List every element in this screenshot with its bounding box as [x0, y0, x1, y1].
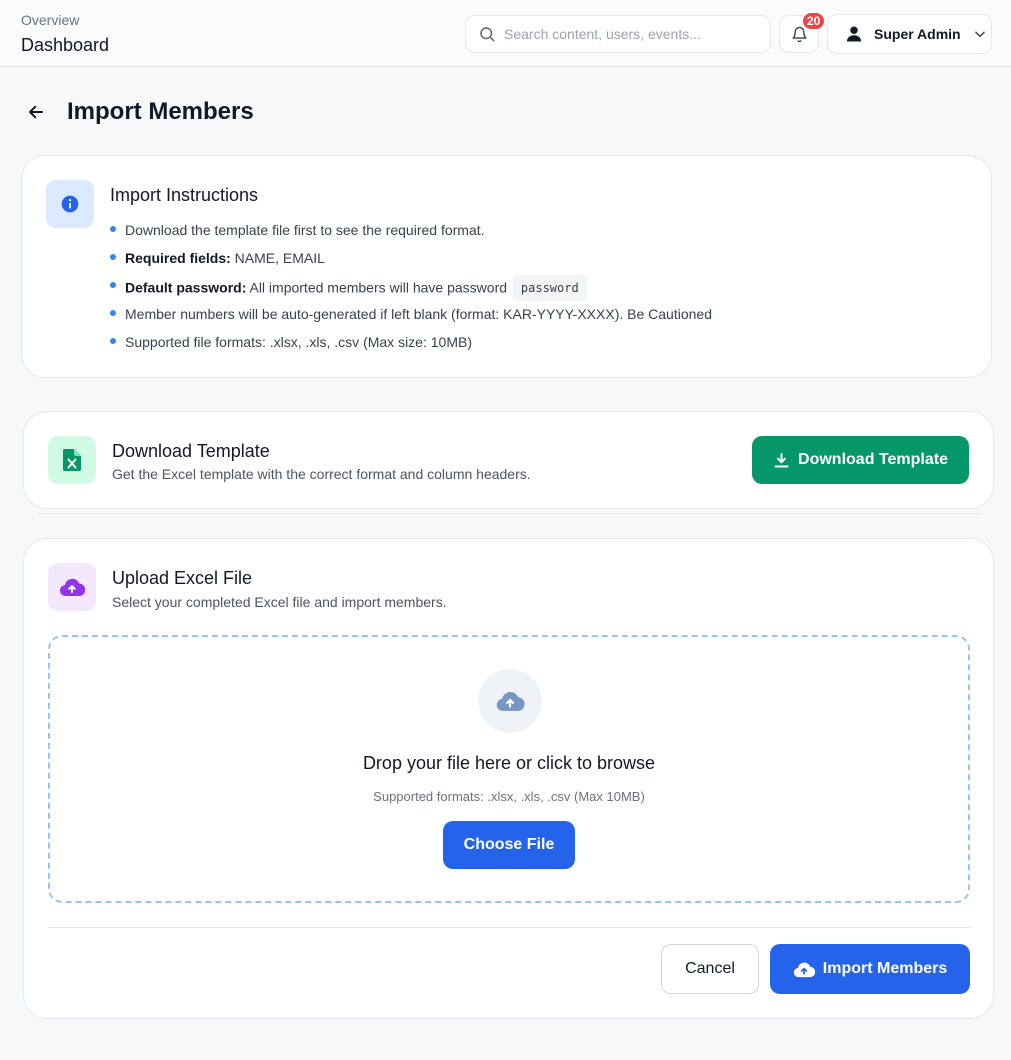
- import-instructions-card: Import Instructions Download the templat…: [21, 155, 992, 378]
- info-icon-box: [46, 180, 94, 228]
- download-template-card: Download Template Get the Excel template…: [23, 411, 994, 509]
- instruction-file-formats: Supported file formats: .xlsx, .xls, .cs…: [125, 334, 472, 350]
- download-template-title: Download Template: [112, 441, 270, 461]
- upload-icon-box: [48, 563, 96, 611]
- search-input[interactable]: [504, 26, 754, 42]
- list-item: Required fields: NAME, EMAIL: [110, 248, 712, 276]
- page-title: Import Members: [67, 98, 254, 125]
- user-name: Super Admin: [874, 26, 961, 42]
- info-icon: [61, 195, 79, 213]
- download-template-subtitle: Get the Excel template with the correct …: [112, 466, 531, 482]
- back-button[interactable]: [24, 100, 48, 124]
- instructions-title: Import Instructions: [110, 185, 259, 205]
- list-item: Download the template file first to see …: [110, 220, 712, 248]
- choose-file-button[interactable]: Choose File: [443, 821, 575, 869]
- instruction-template-first: Download the template file first to see …: [125, 222, 485, 238]
- arrow-left-icon: [29, 105, 43, 119]
- cloud-upload-icon: [60, 578, 85, 597]
- file-dropzone[interactable]: Drop your file here or click to browse S…: [48, 635, 970, 903]
- required-fields-label: Required fields:: [125, 250, 231, 266]
- default-password-label: Default password:: [125, 279, 247, 296]
- breadcrumb-current: Dashboard: [21, 35, 110, 55]
- default-password-code: password: [512, 275, 587, 301]
- import-members-button[interactable]: Import Members: [770, 944, 970, 994]
- list-item: Supported file formats: .xlsx, .xls, .cs…: [110, 332, 712, 360]
- search-box[interactable]: [465, 15, 771, 53]
- search-icon: [480, 27, 495, 42]
- cloud-upload-icon: [496, 691, 525, 711]
- section-divider: [37, 513, 980, 514]
- chevron-down-icon: [974, 31, 985, 38]
- required-fields-value: NAME, EMAIL: [230, 250, 325, 266]
- cloud-upload-icon: [793, 962, 815, 977]
- instruction-member-numbers: Member numbers will be auto-generated if…: [125, 306, 712, 322]
- instructions-list: Download the template file first to see …: [110, 220, 712, 360]
- top-header: Overview Dashboard 20 Super Admin: [0, 0, 1011, 67]
- dropzone-subtitle: Supported formats: .xlsx, .xls, .csv (Ma…: [373, 789, 645, 804]
- excel-icon-box: [48, 436, 96, 484]
- excel-file-icon: [63, 449, 81, 471]
- upload-subtitle: Select your completed Excel file and imp…: [112, 594, 447, 610]
- list-item: Member numbers will be auto-generated if…: [110, 304, 712, 332]
- cancel-button[interactable]: Cancel: [661, 944, 759, 994]
- user-menu-button[interactable]: Super Admin: [827, 14, 992, 54]
- upload-title: Upload Excel File: [112, 568, 253, 588]
- breadcrumb-parent[interactable]: Overview: [21, 12, 79, 28]
- download-icon: [774, 452, 789, 468]
- user-icon: [846, 26, 862, 42]
- notification-count-badge: 20: [801, 11, 827, 31]
- import-members-button-label: Import Members: [822, 960, 948, 977]
- upload-excel-card: Upload Excel File Select your completed …: [23, 538, 994, 1019]
- list-item: Default password: All imported members w…: [110, 275, 712, 304]
- dropzone-title: Drop your file here or click to browse: [362, 753, 656, 773]
- dropzone-icon-circle: [478, 669, 542, 733]
- default-password-text: All imported members will have password: [246, 279, 511, 296]
- download-template-button-label: Download Template: [798, 451, 948, 468]
- download-template-button[interactable]: Download Template: [752, 436, 969, 484]
- actions-divider: [48, 927, 970, 928]
